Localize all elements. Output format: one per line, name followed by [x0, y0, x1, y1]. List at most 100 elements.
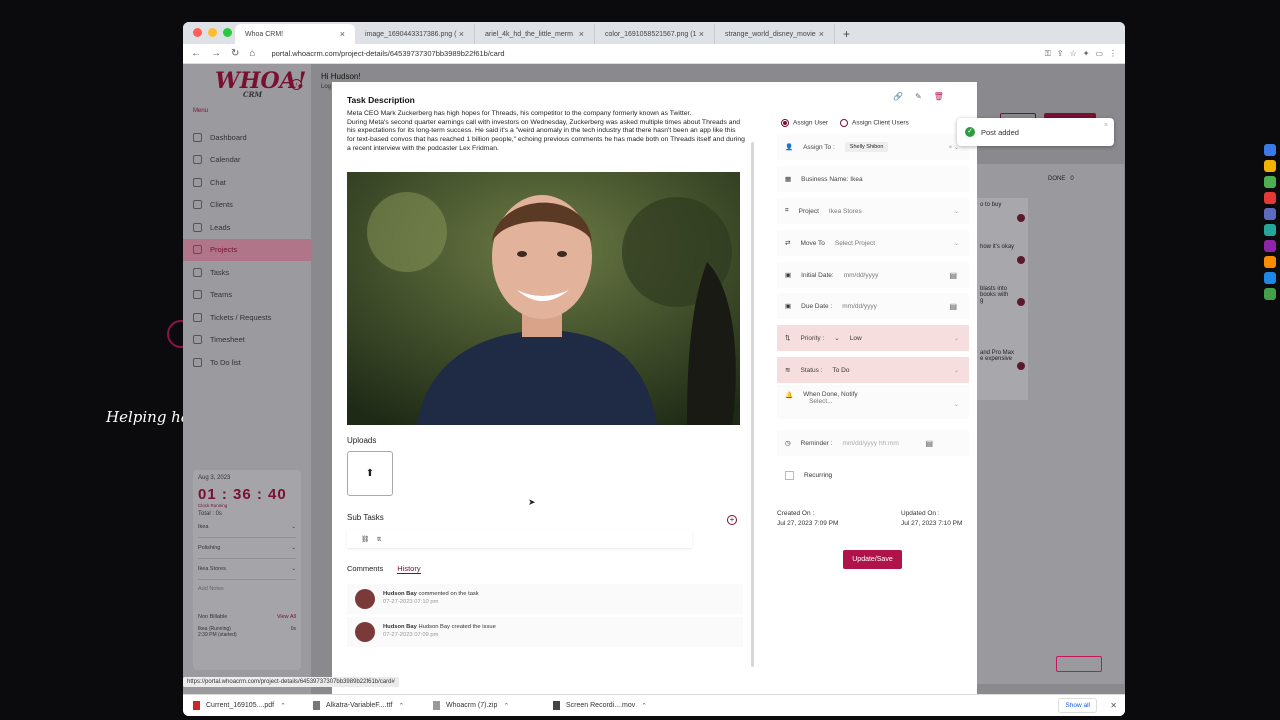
avatar [1017, 362, 1025, 370]
calendar-icon: ▣ [785, 272, 792, 279]
browser-tab[interactable]: color_1691058521567.png (1 × [595, 24, 715, 44]
timer-notes-input[interactable]: Add Notes [198, 586, 296, 592]
close-icon[interactable]: ✕ [1110, 701, 1117, 710]
url-field[interactable]: portal.whoacrm.com/project-details/64539… [271, 49, 1034, 58]
home-icon[interactable]: ⌂ [249, 48, 255, 59]
subtask-row[interactable]: ⛓ tt [347, 530, 692, 548]
timer-entry: Ikea (Running) 2:39 PM (started) 0s [198, 626, 296, 638]
downloads-bar: Current_169105....pdf ⌃ Alkatra-VariableF… [183, 694, 1125, 716]
board-card[interactable]: and Pro Max e expensive [976, 346, 1028, 400]
sidebar-item-timesheet[interactable]: Timesheet [183, 329, 311, 352]
link-icon[interactable]: 🔗 [893, 92, 903, 101]
board-card[interactable]: blasts into books with g [976, 282, 1028, 346]
mouse-cursor-icon: ➤ [528, 497, 536, 507]
uploads-title: Uploads [347, 436, 377, 445]
back-arrow-icon[interactable]: ← [191, 48, 201, 59]
forward-arrow-icon[interactable]: → [211, 48, 221, 59]
user-icon: 👤 [785, 144, 794, 151]
task-description-title: Task Description [347, 95, 415, 105]
sidebar-item-todo[interactable]: To Do list [183, 351, 311, 374]
browser-tab[interactable]: strange_world_disney_movie × [715, 24, 835, 44]
browser-tab[interactable]: ariel_4k_hd_the_little_merm × [475, 24, 595, 44]
download-item[interactable]: Alkatra-VariableF....ttf ⌃ [313, 701, 417, 710]
download-item[interactable]: Current_169105....pdf ⌃ [193, 701, 297, 710]
calendar-picker-icon: ▤ [925, 438, 933, 448]
menu-icon: ⋮ [1109, 48, 1117, 58]
close-icon[interactable]: × [340, 29, 345, 39]
close-icon[interactable]: × [579, 29, 584, 39]
close-icon[interactable]: × [699, 29, 704, 39]
board-scrollbar[interactable] [1056, 656, 1102, 672]
add-subtask-icon[interactable]: + [727, 515, 737, 525]
sidebar-item-projects[interactable]: Projects [183, 238, 311, 261]
sidebar-item-chat[interactable]: Chat [183, 171, 311, 194]
menu-label: Menu [193, 108, 209, 114]
sidebar-item-tickets[interactable]: Tickets / Requests [183, 306, 311, 329]
sidebar-item-tasks[interactable]: Tasks [183, 261, 311, 284]
show-all-button[interactable]: Show all [1058, 698, 1097, 713]
task-form: 🔗 ✎ 🗑 Assign User Assign Client Users 👤 A… [773, 82, 977, 694]
new-tab-button[interactable]: + [835, 24, 858, 44]
sidebar-item-dashboard[interactable]: Dashboard [183, 126, 311, 149]
sidebar-item-leads[interactable]: Leads [183, 216, 311, 239]
recurring-checkbox[interactable]: Recurring [777, 462, 969, 488]
browser-tab[interactable]: Whoa CRM! × [235, 24, 355, 44]
assign-to-field[interactable]: 👤 Assign To : Shelly Shibon × ⌄ [777, 134, 969, 160]
close-icon[interactable]: × [1104, 122, 1108, 129]
priority-select[interactable]: ⇅ Priority : ⌄ Low ⌄ [777, 325, 969, 351]
reminder-field[interactable]: ◷ Reminder : mm/dd/yyyy hh:mm ▤ [777, 430, 969, 456]
history-item: Hudson Bay commented on the task 07-27-20… [347, 584, 743, 614]
chevron-up-icon: ⌃ [641, 702, 648, 710]
delete-icon[interactable]: 🗑 [934, 92, 944, 101]
subtask-link-icon: ⛓ [361, 536, 370, 543]
upload-button[interactable]: ⬆ [347, 451, 393, 496]
assign-user-radio[interactable]: Assign User [781, 119, 828, 127]
sidebar-item-clients[interactable]: Clients [183, 194, 311, 217]
sidebar-item-teams[interactable]: Teams [183, 284, 311, 307]
window-controls[interactable] [193, 28, 232, 37]
chevron-down-icon: ⌄ [291, 566, 296, 572]
collapse-sidebar-icon[interactable]: ‹ [291, 79, 302, 90]
extensions-bar[interactable]: ⚿ ⇪ ☆ ✦ ▭ ⋮ [1045, 49, 1117, 59]
status-select[interactable]: ≋ Status : To Do ⌄ [777, 357, 969, 383]
close-icon[interactable]: × [819, 29, 824, 39]
kanban-board: DONE 0 o to buy how it's okay blasts int… [976, 164, 1124, 684]
notify-select[interactable]: 🔔 When Done, Notify Select... ⌄ [777, 385, 969, 419]
non-billable-checkbox[interactable]: Non Billable [198, 614, 227, 620]
sidebar-menu: Dashboard Calendar Chat Clients Leads Pr… [183, 126, 311, 374]
avatar [355, 589, 375, 609]
view-all-link[interactable]: View All [277, 614, 296, 620]
assignee-chip[interactable]: Shelly Shibon [844, 142, 889, 152]
close-icon[interactable]: × [459, 29, 464, 39]
chevron-up-icon: ⌃ [503, 702, 510, 710]
assign-client-radio[interactable]: Assign Client Users [840, 119, 909, 127]
created-on: Created On : Jul 27, 2023 7:09 PM [777, 510, 839, 527]
avatar [1017, 298, 1025, 306]
status-url: https://portal.whoacrm.com/project-detai… [183, 677, 399, 687]
timer-task-select[interactable]: Polishing ⌄ [198, 538, 296, 559]
project-select[interactable]: ⌗ Project Ikea Stores ⌄ [777, 198, 969, 224]
download-item[interactable]: Whoacrm (7).zip ⌃ [433, 701, 537, 710]
edit-icon[interactable]: ✎ [915, 92, 922, 101]
browser-tab[interactable]: image_1690443317386.png (× [355, 24, 475, 44]
reload-icon[interactable]: ↻ [231, 48, 239, 59]
tab-history[interactable]: History [397, 564, 421, 574]
checkbox-icon [785, 470, 794, 480]
modal-scrollbar[interactable] [751, 142, 754, 667]
task-detail-modal: Task Description Meta CEO Mark Zuckerber… [332, 82, 977, 694]
greeting: Hi Hudson! [321, 72, 361, 81]
update-save-button[interactable]: Update/Save [843, 550, 902, 569]
timer-project-select[interactable]: Ikea Stores ⌄ [198, 559, 296, 580]
due-date-field[interactable]: ▣ Due Date : mm/dd/yyyy ▤ [777, 293, 969, 319]
avatar [1017, 214, 1025, 222]
sidebar-item-calendar[interactable]: Calendar [183, 149, 311, 172]
priority-arrow-icon: ⌄ [834, 335, 840, 342]
tab-comments[interactable]: Comments [347, 564, 383, 574]
download-item[interactable]: Screen Recordi....mov ⌃ [553, 701, 657, 710]
timer-client-select[interactable]: Ikea ⌄ [198, 517, 296, 538]
chevron-down-icon: ⌄ [291, 545, 296, 551]
clients-icon [193, 200, 202, 210]
initial-date-field[interactable]: ▣ Initial Date: mm/dd/yyyy ▤ [777, 262, 969, 288]
move-to-select[interactable]: ⇄ Move To Select Project ⌄ [777, 230, 969, 256]
time-tracker-card: Aug 3, 2023 01 : 36 : 40 Clock Running T… [193, 470, 301, 670]
